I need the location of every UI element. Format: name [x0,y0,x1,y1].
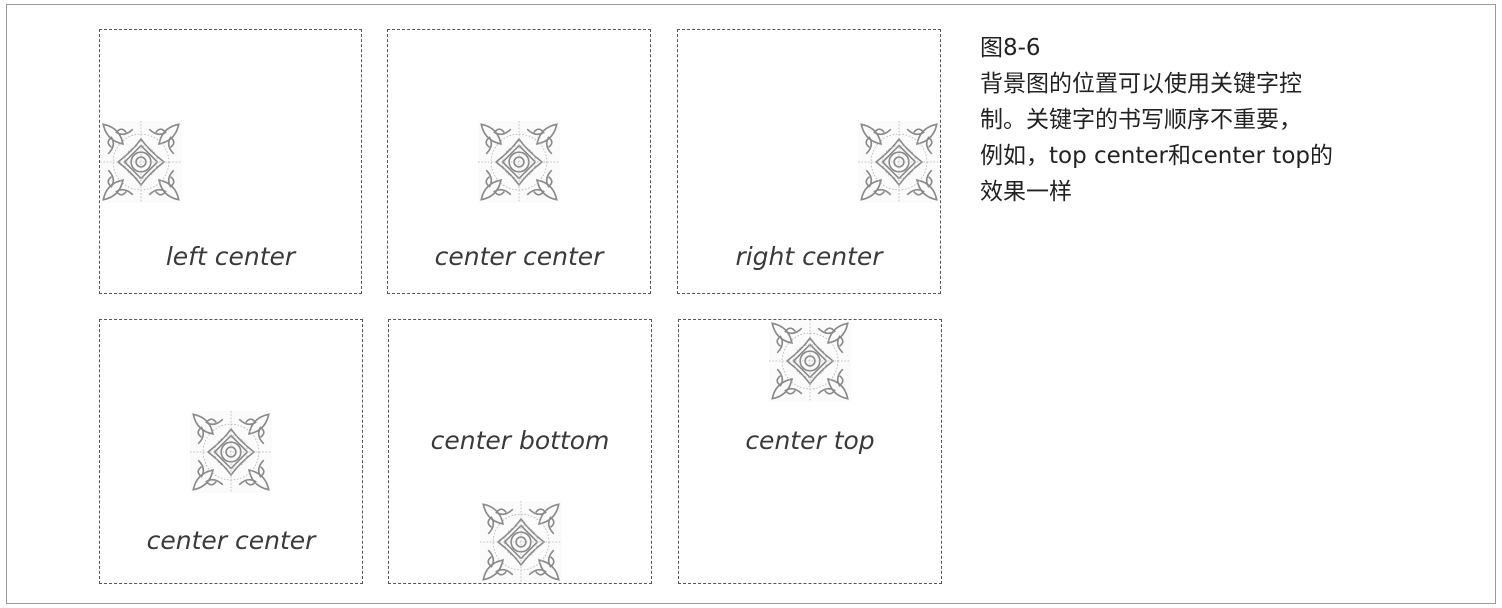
ornament-tile-icon [478,121,560,203]
caption-line: 制。关键字的书写顺序不重要， [980,107,1302,133]
box-label: center top [745,426,875,455]
caption-line: 例如，top center和center top的 [980,143,1333,169]
box-label: right center [735,242,883,271]
box-label: left center [165,242,296,271]
ornament-tile-icon [480,501,562,583]
caption-line: 背景图的位置可以使用关键字控 [980,71,1302,97]
demo-box-right-center: right center [677,29,941,294]
demo-box-center-center: center center [387,29,651,294]
figure-caption: 图8-6 背景图的位置可以使用关键字控 制。关键字的书写顺序不重要， 例如，to… [980,30,1420,210]
demo-box-left-center: left center [99,29,362,294]
ornament-tile-icon [100,121,182,203]
box-label: center center [434,242,604,271]
figure-number: 图8-6 [980,35,1041,61]
ornament-tile-icon [858,121,940,203]
demo-box-center-center-2: center center [99,319,363,584]
caption-line: 效果一样 [980,179,1072,205]
box-label: center center [146,526,316,555]
ornament-tile-icon [769,320,851,402]
ornament-tile-icon [190,411,272,493]
figure-frame: left center center center right center c… [6,4,1496,604]
demo-box-center-bottom: center bottom [388,319,652,584]
box-label: center bottom [430,426,610,455]
demo-box-center-top: center top [678,319,942,584]
